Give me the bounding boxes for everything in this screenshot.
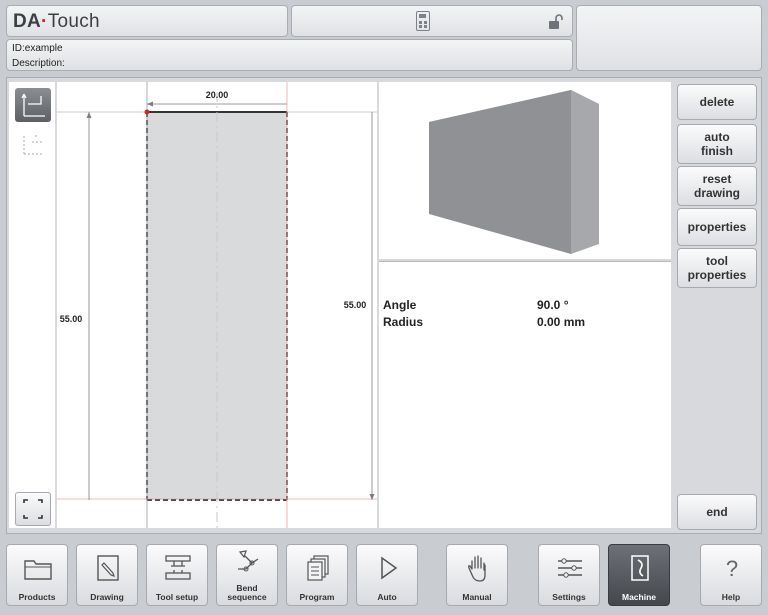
bend-properties-panel: Angle 90.0 ° Radius 0.00 mm <box>379 261 671 528</box>
angle-value: 90.0 ° <box>537 298 569 312</box>
drawing-pen-icon <box>97 555 119 581</box>
part-side-face <box>571 90 599 254</box>
settings-list-icon <box>558 558 582 578</box>
product-id: ID:example <box>12 43 63 54</box>
nav-label: Help <box>721 592 741 602</box>
nav-manual[interactable]: Manual <box>446 544 508 606</box>
nav-program[interactable]: Program <box>286 544 348 606</box>
properties-button[interactable]: properties <box>677 208 757 246</box>
nav-label: Products <box>18 592 56 602</box>
program-pages-icon <box>307 555 329 581</box>
nav-products[interactable]: Products <box>6 544 68 606</box>
nav-drawing[interactable]: Drawing <box>76 544 138 606</box>
nav-label: Machine <box>621 592 656 602</box>
nav-label: Program <box>299 592 335 602</box>
end-button[interactable]: end <box>677 494 757 530</box>
dimension-left[interactable]: 55.00 <box>60 314 83 324</box>
reset-drawing-button[interactable]: reset drawing <box>677 166 757 206</box>
nav-label: Auto <box>377 592 397 602</box>
tool-setup-icon <box>165 555 191 580</box>
dimension-top[interactable]: 20.00 <box>206 90 229 100</box>
hand-icon <box>468 555 486 582</box>
fit-view-button[interactable] <box>15 492 51 526</box>
nav-label: Bend sequence <box>227 583 267 602</box>
fit-screen-icon <box>23 499 43 519</box>
nav-label: Drawing <box>90 592 124 602</box>
nav-tool-setup[interactable]: Tool setup <box>146 544 208 606</box>
top-status-panel <box>291 5 573 37</box>
axis-icon <box>21 93 45 117</box>
relative-axis-icon <box>23 134 44 155</box>
bend-sequence-icon <box>238 550 259 572</box>
unlocked-icon[interactable] <box>548 14 564 30</box>
top-right-panel <box>576 5 762 71</box>
machine-icon <box>631 555 649 581</box>
3d-preview <box>379 82 671 259</box>
radius-value: 0.00 mm <box>537 315 586 329</box>
nav-help[interactable]: ? Help <box>700 544 762 606</box>
play-icon <box>381 556 398 580</box>
selected-vertex[interactable] <box>144 109 150 115</box>
folder-icon <box>24 560 52 580</box>
part-front-face <box>429 90 571 254</box>
nav-label: Manual <box>462 592 492 602</box>
nav-label: Settings <box>552 592 586 602</box>
delete-button[interactable]: delete <box>677 84 757 120</box>
auto-finish-button[interactable]: auto finish <box>677 124 757 164</box>
nav-bend-sequence[interactable]: Bend sequence <box>216 544 278 606</box>
relative-dimension-tool[interactable] <box>15 126 51 160</box>
workspace: 20.00 55.00 55.00 Angle 90.0 ° Radius 0.… <box>6 77 762 534</box>
brand-panel: DA·Touch <box>6 5 288 37</box>
nav-settings[interactable]: Settings <box>538 544 600 606</box>
nav-auto[interactable]: Auto <box>356 544 418 606</box>
drawing-tools <box>9 82 55 528</box>
nav-label: Tool setup <box>155 592 199 602</box>
app-logo: DA·Touch <box>13 11 100 32</box>
dimension-right[interactable]: 55.00 <box>344 300 367 310</box>
calculator-icon[interactable] <box>416 11 430 31</box>
nav-machine[interactable]: Machine <box>608 544 670 606</box>
tool-properties-button[interactable]: tool properties <box>677 248 757 288</box>
help-icon: ? <box>726 556 738 581</box>
3d-part-preview <box>429 90 599 254</box>
product-description: Description: <box>12 58 65 69</box>
angle-label: Angle <box>383 298 417 312</box>
absolute-dimension-tool[interactable] <box>15 88 51 122</box>
product-info-panel: ID:example Description: <box>6 39 573 71</box>
profile-drawing[interactable]: 20.00 55.00 55.00 <box>57 82 377 528</box>
profile-canvas[interactable]: 20.00 55.00 55.00 <box>57 82 377 528</box>
radius-label: Radius <box>383 315 424 329</box>
svg-text:?: ? <box>726 556 738 581</box>
